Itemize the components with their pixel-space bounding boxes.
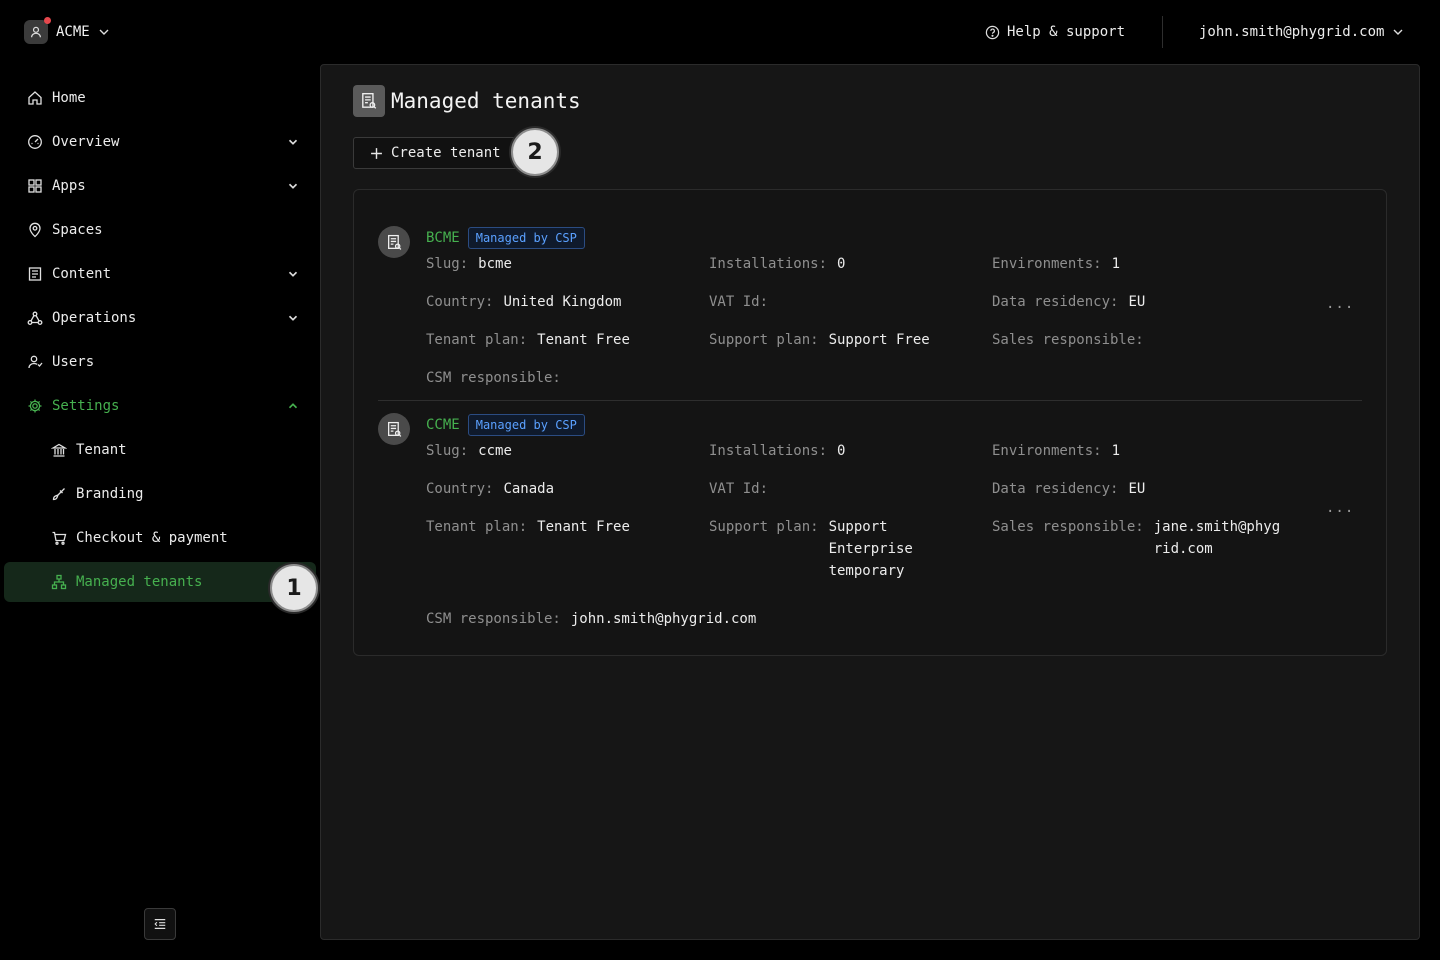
help-circle-icon — [985, 25, 1000, 39]
chevron-down-icon — [288, 271, 298, 277]
chevron-up-icon — [288, 403, 298, 409]
field-data-residency: Data residency: EU — [992, 294, 1146, 310]
topbar-divider — [1162, 16, 1163, 48]
tenant-doc-icon — [378, 226, 410, 258]
step-marker-1: 1 — [270, 564, 318, 612]
more-actions-button[interactable]: ... — [1326, 500, 1354, 516]
sidebar-item-label: Content — [52, 266, 112, 282]
sidebar-item-label: Apps — [52, 178, 86, 194]
row-divider — [378, 400, 1362, 401]
help-support-label: Help & support — [1007, 24, 1126, 40]
field-tenant-plan: Tenant plan: Tenant Free — [426, 519, 630, 535]
sidebar-item-label: Operations — [52, 310, 137, 326]
sitemap-icon — [51, 574, 67, 590]
sidebar-item-users[interactable]: Users — [4, 342, 316, 382]
plus-icon — [371, 147, 382, 159]
sidebar-item-apps[interactable]: Apps — [4, 166, 316, 206]
sidebar-nav: Home Overview Apps Spaces Content Operat… — [4, 78, 316, 606]
field-installations: Installations: 0 — [709, 256, 846, 272]
sidebar-item-branding[interactable]: Branding — [4, 474, 316, 514]
sidebar-item-label: Branding — [76, 486, 144, 502]
user-icon — [31, 26, 41, 38]
grid-icon — [28, 179, 42, 193]
field-environments: Environments: 1 — [992, 443, 1121, 459]
chevron-down-icon — [288, 315, 298, 321]
users-icon — [28, 355, 43, 369]
network-icon — [27, 311, 43, 325]
collapse-icon — [154, 919, 166, 929]
cart-icon — [52, 531, 67, 545]
sidebar-item-label: Managed tenants — [76, 574, 203, 590]
field-environments: Environments: 1 — [992, 256, 1121, 272]
sidebar-item-label: Spaces — [52, 222, 103, 238]
user-menu[interactable]: john.smith@phygrid.com — [1199, 22, 1404, 42]
sidebar-item-managed-tenants[interactable]: Managed tenants — [4, 562, 316, 602]
sidebar-item-checkout-payment[interactable]: Checkout & payment — [4, 518, 316, 558]
tenant-doc-icon — [378, 413, 410, 445]
notification-dot — [44, 17, 51, 24]
gauge-icon — [28, 135, 42, 149]
tenant-name-link[interactable]: BCME — [426, 230, 460, 246]
field-support-plan: Support plan: Support Free — [709, 332, 930, 348]
field-vat: VAT Id: — [709, 294, 769, 310]
field-sales-responsible: Sales responsible: — [992, 332, 1144, 348]
sidebar-item-spaces[interactable]: Spaces — [4, 210, 316, 250]
sidebar-item-label: Tenant — [76, 442, 127, 458]
field-vat: VAT Id: — [709, 481, 769, 497]
document-icon — [28, 267, 42, 281]
sidebar-item-home[interactable]: Home — [4, 78, 316, 118]
chevron-down-icon — [288, 183, 298, 189]
org-name: ACME — [56, 24, 90, 40]
tenant-list: BCME Managed by CSP Slug: bcme Installati… — [353, 189, 1387, 656]
sidebar-item-label: Settings — [52, 398, 120, 414]
more-actions-button[interactable]: ... — [1326, 296, 1354, 312]
user-email: john.smith@phygrid.com — [1199, 24, 1385, 40]
sidebar-item-settings[interactable]: Settings — [4, 386, 316, 426]
create-tenant-button[interactable]: Create tenant — [353, 137, 521, 169]
field-csm-responsible: CSM responsible: john.smith@phygrid.com — [426, 611, 757, 627]
gear-icon — [28, 399, 42, 413]
brush-icon — [52, 488, 65, 501]
field-country: Country: Canada — [426, 481, 555, 497]
managed-by-badge: Managed by CSP — [467, 227, 585, 249]
managed-by-badge: Managed by CSP — [467, 414, 585, 436]
tenant-doc-icon — [353, 85, 385, 117]
bank-icon — [51, 443, 67, 457]
field-slug: Slug: bcme — [426, 256, 512, 272]
sidebar-item-label: Users — [52, 354, 95, 370]
page-title-text: Managed tenants — [391, 89, 581, 113]
org-switcher[interactable]: ACME — [24, 17, 110, 45]
sidebar-item-content[interactable]: Content — [4, 254, 316, 294]
field-data-residency: Data residency: EU — [992, 481, 1146, 497]
field-installations: Installations: 0 — [709, 443, 846, 459]
field-country: Country: United Kingdom — [426, 294, 622, 310]
step-marker-2: 2 — [511, 128, 559, 176]
field-sales-responsible: Sales responsible: jane.smith@phygrid.com — [992, 519, 1281, 557]
map-pin-icon — [29, 222, 41, 238]
field-slug: Slug: ccme — [426, 443, 512, 459]
sidebar-item-label: Home — [52, 90, 86, 106]
sidebar-item-tenant[interactable]: Tenant — [4, 430, 316, 470]
sidebar-item-label: Checkout & payment — [76, 530, 228, 546]
field-support-plan: Support plan: Support Enterprise temporar… — [709, 519, 913, 579]
collapse-sidebar-button[interactable] — [144, 908, 176, 940]
sidebar-item-overview[interactable]: Overview — [4, 122, 316, 162]
chevron-down-icon — [1393, 29, 1403, 35]
help-support-link[interactable]: Help & support — [985, 22, 1125, 42]
org-avatar — [24, 17, 51, 44]
create-tenant-label: Create tenant — [391, 145, 501, 161]
chevron-down-icon — [99, 29, 109, 35]
page-title: Managed tenants — [353, 85, 581, 117]
chevron-down-icon — [288, 139, 298, 145]
tenant-name-link[interactable]: CCME — [426, 417, 460, 433]
field-csm-responsible: CSM responsible: — [426, 370, 561, 386]
home-icon — [28, 91, 42, 105]
main-panel: Managed tenants Create tenant 2 BCME Man… — [320, 64, 1420, 940]
sidebar-item-label: Overview — [52, 134, 120, 150]
sidebar-item-operations[interactable]: Operations — [4, 298, 316, 338]
field-tenant-plan: Tenant plan: Tenant Free — [426, 332, 630, 348]
